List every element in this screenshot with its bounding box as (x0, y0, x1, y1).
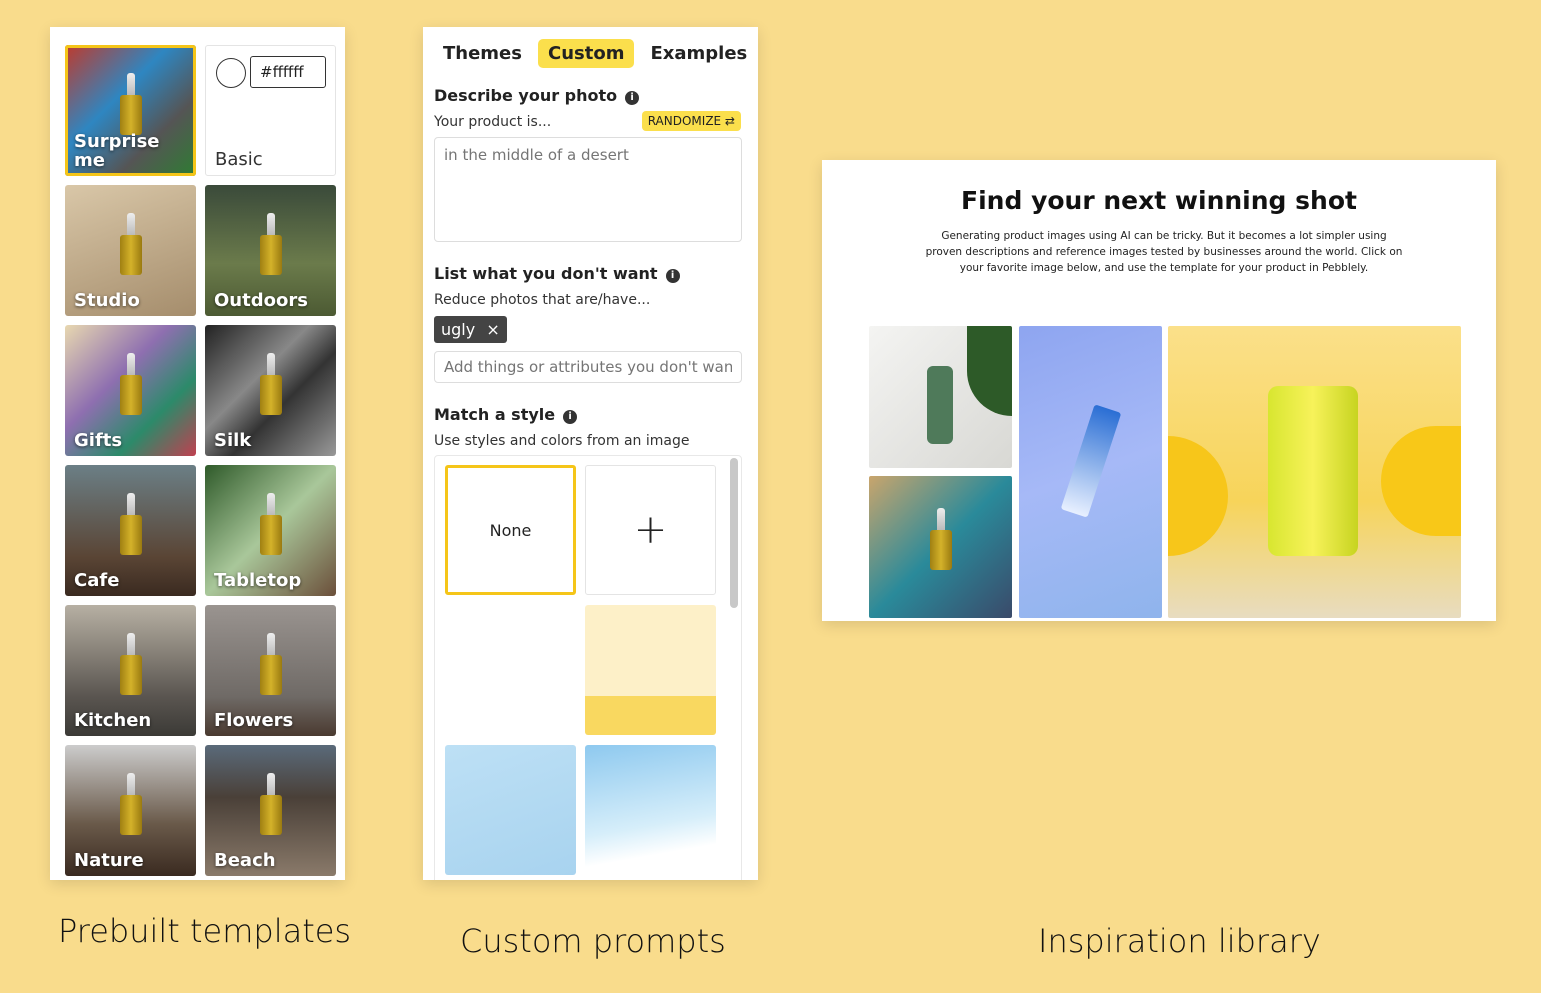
randomize-button[interactable]: RANDOMIZE ⇄ (641, 111, 741, 131)
template-kitchen[interactable]: Kitchen (65, 605, 196, 736)
info-icon[interactable]: i (563, 410, 578, 424)
describe-textarea[interactable] (434, 137, 742, 242)
add-style-button[interactable]: + (585, 465, 716, 595)
tab-themes[interactable]: Themes (433, 39, 532, 68)
template-label: Cafe (74, 570, 120, 591)
custom-prompt-panel: Themes Custom Examples Describe your pho… (423, 27, 758, 880)
describe-subtitle: Your product is... (434, 114, 552, 130)
product-bottle-image (929, 507, 952, 570)
product-bottle-image (259, 212, 282, 275)
product-bottle-image (259, 352, 282, 415)
template-label: Surprise me (74, 131, 160, 171)
heading-text: List what you don't want (434, 264, 658, 283)
negative-heading: List what you don't want i (434, 264, 680, 283)
scrollbar[interactable] (730, 458, 738, 608)
template-flowers[interactable]: Flowers (205, 605, 336, 736)
template-outdoors[interactable]: Outdoors (205, 185, 336, 316)
template-label: Flowers (214, 710, 294, 731)
product-bottle-image (259, 492, 282, 555)
describe-heading: Describe your photo i (434, 86, 640, 105)
product-bottle-image (119, 212, 142, 275)
heading-text: Describe your photo (434, 86, 618, 105)
product-bottle-image (119, 772, 142, 835)
template-label: Kitchen (74, 710, 152, 731)
template-silk[interactable]: Silk (205, 325, 336, 456)
color-hex-input[interactable]: #ffffff (250, 56, 326, 88)
template-gifts[interactable]: Gifts (65, 325, 196, 456)
close-icon[interactable]: × (486, 320, 499, 339)
style-none[interactable]: None (445, 465, 576, 595)
template-surprise-me[interactable]: Surprise me (65, 45, 196, 176)
template-cafe[interactable]: Cafe (65, 465, 196, 596)
product-bottle-image (119, 632, 142, 695)
style-swatch-sky[interactable] (585, 745, 716, 875)
product-bottle-image (119, 492, 142, 555)
templates-panel: Surprise me #ffffff Basic Studio Outdoor… (50, 27, 345, 880)
product-bottle-image (259, 772, 282, 835)
inspiration-image-lacroix[interactable] (1168, 326, 1461, 618)
style-grid: None + (434, 455, 742, 880)
heading-text: Match a style (434, 405, 556, 424)
template-studio[interactable]: Studio (65, 185, 196, 316)
template-label: Basic (215, 149, 263, 170)
color-swatch[interactable] (216, 58, 246, 88)
style-swatch-blue[interactable] (445, 745, 576, 875)
style-heading: Match a style i (434, 405, 578, 424)
template-label: Nature (74, 850, 144, 871)
chip-label: ugly (441, 320, 476, 339)
template-basic[interactable]: #ffffff Basic (205, 45, 336, 176)
inspiration-panel: Find your next winning shot Generating p… (822, 160, 1496, 621)
template-label: Tabletop (214, 570, 302, 591)
tab-custom[interactable]: Custom (537, 39, 635, 68)
inspiration-image-gifts[interactable] (869, 476, 1012, 618)
caption-custom-prompts: Custom prompts (460, 922, 726, 960)
template-label: Gifts (74, 430, 123, 451)
style-swatch-yellow[interactable] (585, 605, 716, 735)
product-bottle-image (119, 72, 142, 135)
caption-prebuilt-templates: Prebuilt templates (58, 912, 352, 950)
library-title: Find your next winning shot (961, 186, 1357, 215)
tag-chip: ugly × (434, 316, 507, 343)
info-icon[interactable]: i (625, 91, 640, 105)
product-bottle-image (119, 352, 142, 415)
template-beach[interactable]: Beach (205, 745, 336, 876)
inspiration-image-tube[interactable] (1019, 326, 1162, 618)
library-description: Generating product images using AI can b… (925, 230, 1403, 274)
template-tabletop[interactable]: Tabletop (205, 465, 336, 596)
template-label: Silk (214, 430, 252, 451)
tab-examples[interactable]: Examples (640, 39, 757, 68)
template-label: Outdoors (214, 290, 308, 311)
product-bottle-image (259, 632, 282, 695)
info-icon[interactable]: i (665, 269, 680, 283)
style-subtitle: Use styles and colors from an image (434, 433, 690, 449)
tab-bar: Themes Custom Examples (433, 39, 757, 68)
template-nature[interactable]: Nature (65, 745, 196, 876)
template-label: Beach (214, 850, 276, 871)
caption-inspiration-library: Inspiration library (1038, 922, 1321, 960)
negative-subtitle: Reduce photos that are/have... (434, 292, 651, 308)
negative-input[interactable] (434, 351, 742, 383)
inspiration-image-green-bottle[interactable] (869, 326, 1012, 468)
template-label: Studio (74, 290, 140, 311)
